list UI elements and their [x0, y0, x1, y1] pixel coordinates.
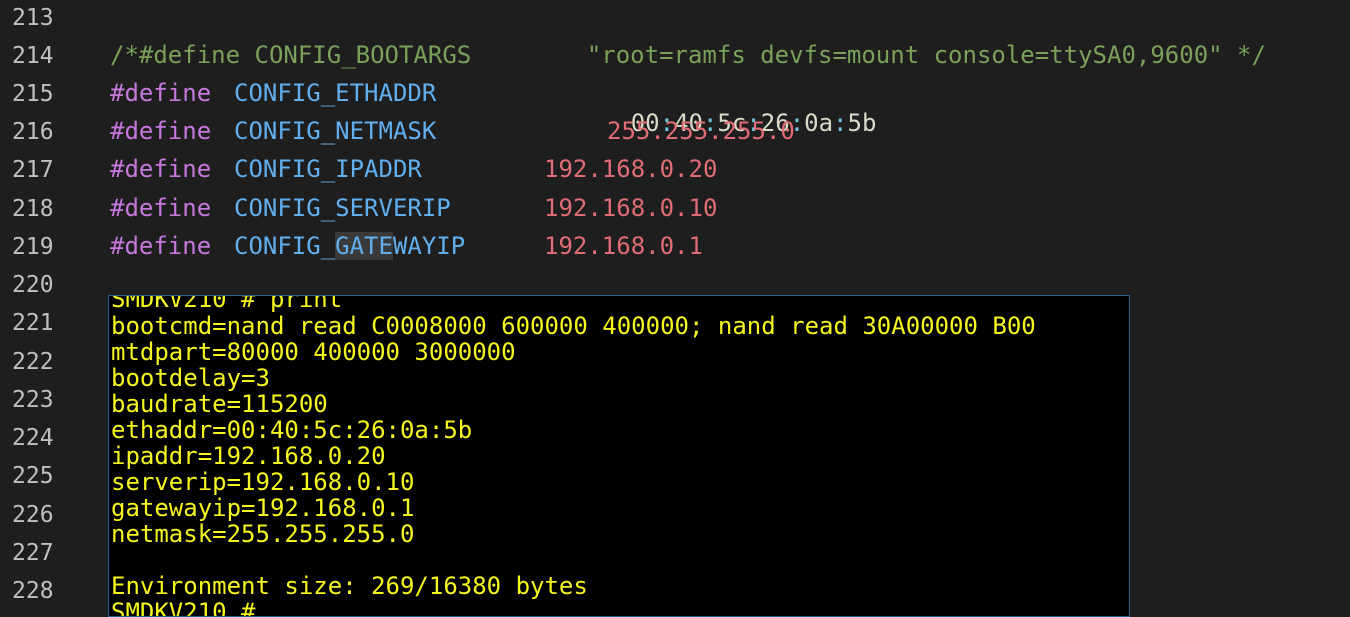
define-keyword: #define: [110, 194, 212, 222]
line-number: 218: [12, 196, 54, 222]
macro-value: 255.255.255.0: [607, 117, 795, 145]
line-number: 216: [12, 119, 54, 145]
macro-name: CONFIG_ETHADDR: [234, 79, 437, 107]
line-number: 223: [12, 387, 54, 413]
line-number: 226: [12, 502, 54, 528]
macro-name: CONFIG_SERVERIP: [234, 194, 451, 222]
hex-byte: 0a: [804, 109, 834, 137]
line-number-gutter: 213 214 215 216 217 218 219 220 221 222 …: [0, 0, 70, 610]
line-number: 220: [12, 272, 54, 298]
define-keyword: #define: [110, 232, 212, 260]
terminal-line: SMDKV210 #: [111, 598, 256, 617]
terminal-line: ethaddr=00:40:5c:26:0a:5b: [111, 416, 473, 444]
line-number: 217: [12, 157, 54, 183]
terminal-line: bootdelay=3: [111, 364, 270, 392]
terminal-line: baudrate=115200: [111, 390, 328, 418]
define-keyword: #define: [110, 117, 212, 145]
line-number: 225: [12, 463, 54, 489]
terminal-line: SMDKV210 # print: [111, 295, 343, 313]
terminal-line: serverip=192.168.0.10: [111, 468, 415, 496]
line-number: 219: [12, 234, 54, 260]
macro-value: 192.168.0.1: [544, 232, 703, 260]
macro-name-part: CONFIG_: [234, 232, 336, 260]
macro-name-part: WAYIP: [392, 232, 466, 260]
line-number: 228: [12, 578, 54, 604]
line-number: 227: [12, 540, 54, 566]
hex-byte: 5b: [847, 109, 877, 137]
line-number: 214: [12, 43, 54, 69]
terminal-line: netmask=255.255.255.0: [111, 520, 415, 548]
define-keyword: #define: [110, 79, 212, 107]
terminal-line: mtdpart=80000 400000 3000000: [111, 338, 516, 366]
terminal-line: ipaddr=192.168.0.20: [111, 442, 386, 470]
word-highlight: GATE: [335, 232, 393, 260]
macro-name: CONFIG_NETMASK: [234, 117, 437, 145]
terminal-screenshot: SMDKV210 # print bootcmd=nand read C0008…: [108, 295, 1130, 617]
macro-value: 192.168.0.10: [544, 194, 718, 222]
define-keyword: #define: [110, 155, 212, 183]
colon-separator: :: [833, 109, 848, 137]
macro-name: CONFIG_GATEWAYIP: [234, 231, 465, 261]
line-number: 224: [12, 425, 54, 451]
line-number: 222: [12, 349, 54, 375]
terminal-line: Environment size: 269/16380 bytes: [111, 572, 588, 600]
terminal-line: bootcmd=nand read C0008000 600000 400000…: [111, 312, 1036, 340]
macro-name: CONFIG_IPADDR: [234, 155, 422, 183]
line-number: 215: [12, 81, 54, 107]
terminal-line: gatewayip=192.168.0.1: [111, 494, 415, 522]
macro-value: 192.168.0.20: [544, 155, 718, 183]
line-number: 221: [12, 310, 54, 336]
line-number: 213: [12, 5, 54, 31]
code-comment: /*#define CONFIG_BOOTARGS "root=ramfs de…: [110, 41, 1266, 69]
